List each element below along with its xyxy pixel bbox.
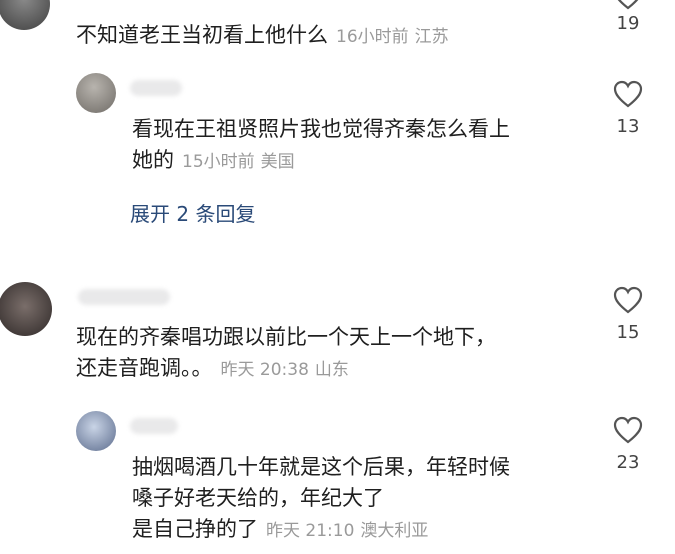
heart-outline-icon: [613, 286, 643, 314]
username[interactable]: [130, 418, 178, 434]
comment-location: 澳大利亚: [360, 521, 429, 541]
comment-time: 昨天 20:38: [220, 360, 309, 380]
watermark-overlay: [426, 486, 576, 526]
like-count: 19: [616, 13, 640, 34]
avatar[interactable]: [76, 73, 116, 113]
comment-time: 15小时前: [182, 152, 255, 172]
expand-replies-link[interactable]: 展开 2 条回复: [130, 198, 255, 227]
avatar[interactable]: [76, 411, 116, 451]
comment-meta: 16小时前 江苏: [336, 27, 449, 47]
comment-location: 美国: [260, 152, 295, 172]
like-button[interactable]: 15: [608, 286, 648, 344]
comment-meta: 15小时前 美国: [182, 152, 295, 172]
comment-text: 不知道老王当初看上他什么 16小时前 江苏: [76, 20, 449, 53]
like-count: 13: [616, 116, 640, 137]
username[interactable]: [130, 80, 182, 96]
like-button[interactable]: 23: [608, 416, 648, 474]
comment-line: 不知道老王当初看上他什么: [76, 23, 328, 47]
comment-line: 看现在王祖贤照片我也觉得齐秦怎么看上: [132, 117, 510, 141]
avatar[interactable]: [0, 0, 50, 30]
comment-time: 16小时前: [336, 27, 409, 47]
comment-location: 江苏: [414, 27, 449, 47]
avatar[interactable]: [0, 282, 52, 336]
like-count: 15: [616, 322, 640, 343]
comment-time: 昨天 21:10: [266, 521, 355, 541]
heart-outline-icon: [613, 416, 643, 444]
heart-outline-icon: [613, 80, 643, 108]
comment-meta: 昨天 21:10 澳大利亚: [266, 521, 428, 541]
comment-location: 山东: [314, 360, 349, 380]
heart-outline-icon: [617, 0, 639, 10]
like-count: 23: [616, 452, 640, 473]
username[interactable]: [78, 289, 170, 305]
like-button[interactable]: 19: [608, 0, 648, 35]
like-button[interactable]: 13: [608, 80, 648, 138]
comment-line: 她的 15小时前 美国: [132, 148, 295, 172]
comment-meta: 昨天 20:38 山东: [221, 360, 349, 380]
comment-text: 看现在王祖贤照片我也觉得齐秦怎么看上 她的 15小时前 美国: [132, 114, 510, 178]
comment-line: 还走音跑调。。 昨天 20:38 山东: [76, 356, 349, 380]
comment-text: 现在的齐秦唱功跟以前比一个天上一个地下， 还走音跑调。。 昨天 20:38 山东: [76, 322, 496, 386]
comment-line: 现在的齐秦唱功跟以前比一个天上一个地下，: [76, 325, 496, 349]
comment-line: 抽烟喝酒几十年就是这个后果，年轻时候: [132, 455, 510, 479]
